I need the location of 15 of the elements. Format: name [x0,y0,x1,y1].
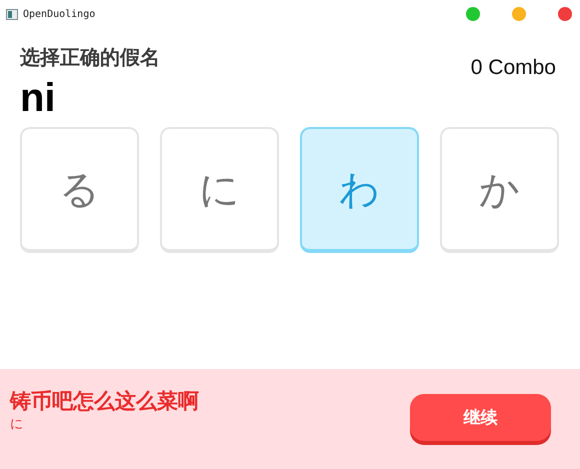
app-icon [6,8,18,20]
instruction-heading: 选择正确的假名 [20,44,160,71]
window-title: OpenDuolingo [23,8,96,20]
window-control-dot[interactable] [466,7,480,21]
romaji-prompt: ni [20,76,57,121]
combo-counter: 0 Combo [470,56,556,80]
kana-choice-card[interactable]: わ [300,127,419,253]
window-control-dot[interactable] [512,7,526,21]
kana-choice-card[interactable]: る [20,127,139,253]
kana-choice-card[interactable]: か [440,127,559,253]
kana-choice-card[interactable]: に [160,127,279,253]
continue-button[interactable]: 继续 [410,394,551,440]
feedback-message: 铸币吧怎么这么菜啊 [10,388,199,415]
window-control-dot[interactable] [558,7,572,21]
correct-answer: に [10,416,24,433]
